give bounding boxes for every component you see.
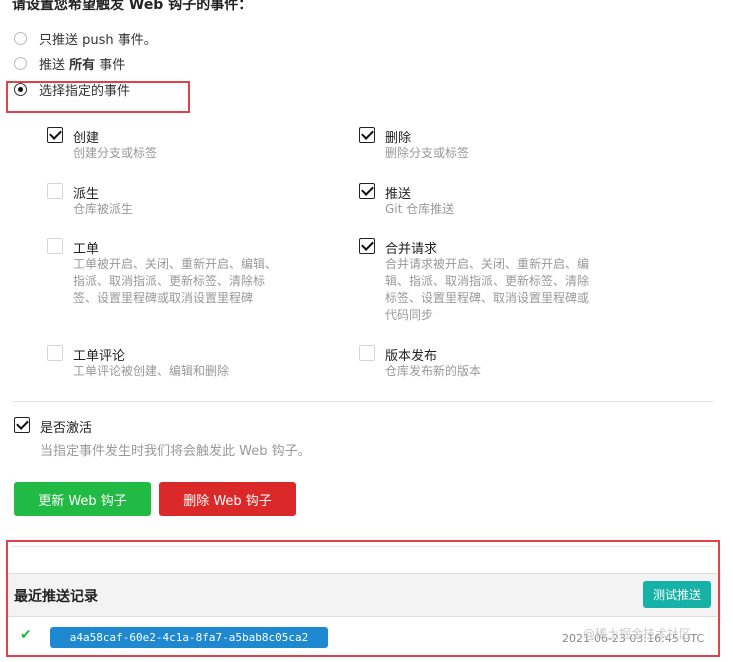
event-issues-desc-1: 工单被开启、关闭、重新开启、编辑、 (73, 257, 278, 271)
events-heading: 请设置您希望触发 Web 钩子的事件： (12, 0, 253, 13)
event-push-checkbox[interactable] (359, 183, 375, 199)
event-fork-title: 派生 (73, 187, 100, 202)
active-checkbox[interactable] (14, 417, 30, 433)
event-issues-checkbox[interactable] (47, 238, 63, 254)
event-delete[interactable]: 删除 删除分支或标签 (359, 127, 469, 160)
radio-push-only-control[interactable] (14, 31, 27, 45)
event-delete-checkbox[interactable] (359, 127, 375, 143)
event-issue-comment-title: 工单评论 (73, 349, 126, 364)
radio-all-events-control[interactable] (14, 56, 27, 70)
event-issue-comment-desc: 工单评论被创建、编辑和删除 (73, 364, 230, 378)
active-desc: 当指定事件发生时我们将会触发此 Web 钩子。 (40, 444, 311, 459)
event-pull-request-title: 合并请求 (385, 242, 438, 257)
event-fork[interactable]: 派生 仓库被派生 (47, 183, 133, 216)
event-delete-desc: 删除分支或标签 (385, 146, 470, 160)
event-push-desc: Git 仓库推送 (385, 202, 455, 216)
radio-all-pre: 推送 (39, 57, 70, 73)
event-pull-request-desc-3: 标签、设置里程碑、取消设置里程碑或 (385, 291, 590, 305)
update-webhook-button[interactable]: 更新 Web 钩子 (14, 482, 151, 516)
radio-all-events[interactable]: 推送 所有 事件 (14, 53, 125, 73)
event-pull-request-desc-4: 代码同步 (385, 308, 434, 322)
event-fork-checkbox[interactable] (47, 183, 63, 199)
event-release-title: 版本发布 (385, 349, 438, 364)
event-fork-desc: 仓库被派生 (73, 202, 134, 216)
event-create[interactable]: 创建 创建分支或标签 (47, 127, 157, 160)
event-create-desc: 创建分支或标签 (73, 146, 158, 160)
highlight-box-selected-events (6, 81, 190, 113)
radio-push-only-label: 只推送 push 事件。 (39, 32, 157, 48)
event-push-title: 推送 (385, 187, 412, 202)
event-release[interactable]: 版本发布 仓库发布新的版本 (359, 345, 481, 378)
event-create-checkbox[interactable] (47, 127, 63, 143)
event-pull-request-desc-2: 辑、指派、取消指派、更新标签、清除 (385, 274, 590, 288)
active-label: 是否激活 (40, 421, 93, 436)
event-issue-comment-checkbox[interactable] (47, 345, 63, 361)
event-release-checkbox[interactable] (359, 345, 375, 361)
delete-webhook-button[interactable]: 删除 Web 钩子 (159, 482, 296, 516)
active-toggle[interactable]: 是否激活 (14, 417, 92, 436)
event-issue-comment[interactable]: 工单评论 工单评论被创建、编辑和删除 (47, 345, 229, 378)
section-divider (12, 401, 714, 402)
event-pull-request-checkbox[interactable] (359, 238, 375, 254)
event-create-title: 创建 (73, 131, 100, 146)
radio-push-only[interactable]: 只推送 push 事件。 (14, 28, 157, 48)
event-delete-title: 删除 (385, 131, 412, 146)
event-push[interactable]: 推送 Git 仓库推送 (359, 183, 454, 216)
radio-all-post: 事件 (95, 57, 126, 73)
event-issues[interactable]: 工单 工单被开启、关闭、重新开启、编辑、 指派、取消指派、更新标签、清除标 签、… (47, 238, 277, 305)
event-pull-request[interactable]: 合并请求 合并请求被开启、关闭、重新开启、编 辑、指派、取消指派、更新标签、清除… (359, 238, 589, 322)
event-release-desc: 仓库发布新的版本 (385, 364, 482, 378)
radio-all-events-label: 推送 所有 事件 (39, 54, 125, 73)
event-issues-title: 工单 (73, 242, 100, 257)
event-issues-desc-2: 指派、取消指派、更新标签、清除标 (73, 274, 266, 288)
event-pull-request-desc-1: 合并请求被开启、关闭、重新开启、编 (385, 257, 590, 271)
radio-all-bold: 所有 (69, 57, 96, 73)
highlight-box-recent-deliveries (6, 540, 720, 657)
event-issues-desc-3: 签、设置里程碑或取消设置里程碑 (73, 291, 254, 305)
